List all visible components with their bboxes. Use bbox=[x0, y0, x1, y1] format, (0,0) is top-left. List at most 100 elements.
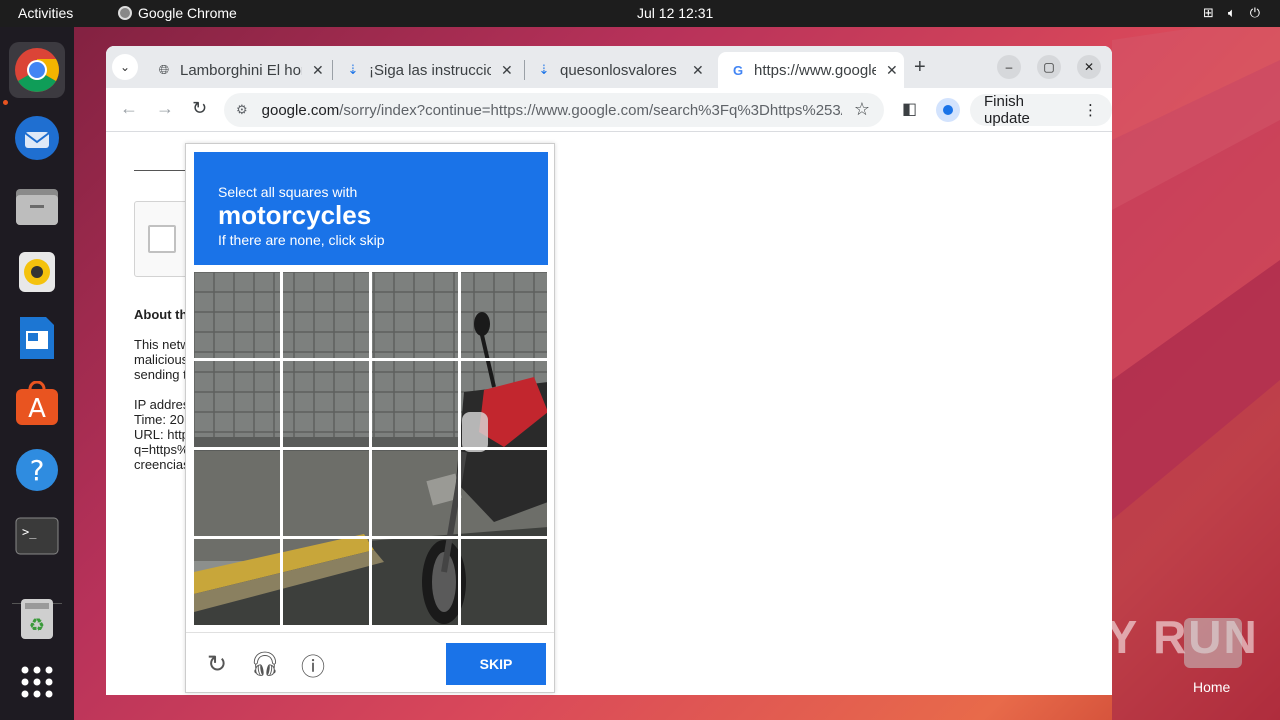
bookmark-star-icon[interactable]: ☆ bbox=[854, 99, 870, 120]
url-text[interactable]: google.com/sorry/index?continue=https://… bbox=[262, 102, 842, 119]
challenge-instruction: Select all squares with bbox=[218, 184, 358, 200]
minimize-icon: – bbox=[1005, 60, 1013, 74]
back-button[interactable]: ← bbox=[120, 98, 138, 119]
show-apps-icon[interactable] bbox=[9, 654, 65, 710]
page-text-line: URL: http bbox=[134, 427, 186, 442]
arrow-left-icon: ← bbox=[120, 98, 138, 118]
tab-quesonlosvalores[interactable]: ⇣ quesonlosvalores ✕ bbox=[524, 52, 718, 88]
tile-image bbox=[461, 450, 547, 536]
system-tray[interactable]: ⊞ 🔈︎ ⏻ bbox=[1203, 5, 1260, 21]
challenge-tile[interactable] bbox=[194, 361, 280, 447]
reload-button[interactable]: ↻ bbox=[192, 98, 207, 119]
recaptcha-challenge: Select all squares with motorcycles If t… bbox=[185, 143, 555, 693]
recaptcha-checkbox[interactable] bbox=[148, 225, 176, 253]
volume-icon: 🔈︎ bbox=[1227, 5, 1236, 20]
minimize-button[interactable]: – bbox=[997, 55, 1021, 79]
tile-image bbox=[283, 361, 369, 447]
tile-image bbox=[372, 272, 458, 358]
power-icon: ⏻ bbox=[1249, 5, 1260, 20]
challenge-tile[interactable] bbox=[372, 361, 458, 447]
challenge-tile[interactable] bbox=[283, 539, 369, 625]
clock[interactable]: Jul 12 12:31 bbox=[637, 5, 713, 21]
close-tab-icon[interactable]: ✕ bbox=[312, 62, 324, 79]
tile-image bbox=[283, 539, 369, 625]
challenge-tile[interactable] bbox=[461, 450, 547, 536]
challenge-tile[interactable] bbox=[372, 272, 458, 358]
page-text-line: q=https% bbox=[134, 442, 186, 457]
side-panel-icon[interactable]: ◧ bbox=[902, 99, 917, 119]
challenge-tile[interactable] bbox=[283, 361, 369, 447]
challenge-tile[interactable] bbox=[461, 539, 547, 625]
google-g-icon: G bbox=[732, 62, 744, 78]
page-text-line: IP addres bbox=[134, 397, 186, 412]
tile-image bbox=[461, 272, 547, 358]
finish-update-button[interactable]: Finish update ⋮ bbox=[970, 93, 1112, 127]
thunderbird-icon[interactable] bbox=[9, 110, 65, 166]
challenge-tile[interactable] bbox=[461, 272, 547, 358]
audio-challenge-icon[interactable]: 🎧︎ bbox=[250, 651, 280, 678]
svg-text:A: A bbox=[28, 394, 46, 424]
about-heading: About th bbox=[134, 307, 188, 322]
close-tab-icon[interactable]: ✕ bbox=[692, 62, 704, 79]
finish-update-label: Finish update bbox=[984, 93, 1030, 127]
challenge-tile[interactable] bbox=[283, 272, 369, 358]
maximize-icon: ▢ bbox=[1043, 60, 1055, 74]
challenge-tile[interactable] bbox=[194, 539, 280, 625]
tab-title: ¡Siga las instrucciones bbox=[369, 61, 491, 79]
challenge-tile[interactable] bbox=[194, 450, 280, 536]
challenge-tile[interactable] bbox=[283, 450, 369, 536]
tile-image bbox=[283, 450, 369, 536]
rhythmbox-icon[interactable] bbox=[9, 244, 65, 300]
challenge-tile[interactable] bbox=[194, 272, 280, 358]
tab-google-active[interactable]: G https://www.google.com ✕ bbox=[718, 52, 904, 88]
help-icon[interactable]: ? bbox=[9, 442, 65, 498]
new-tab-button[interactable]: + bbox=[914, 56, 926, 79]
trash-icon[interactable]: ♻ bbox=[9, 590, 65, 646]
chrome-icon[interactable] bbox=[9, 42, 65, 98]
tab-title: Lamborghini El hombre bbox=[180, 61, 302, 79]
url-host: google.com bbox=[261, 101, 340, 119]
app-name: Google Chrome bbox=[138, 5, 237, 21]
tab-search-button[interactable]: ⌄ bbox=[112, 54, 138, 80]
close-tab-icon[interactable]: ✕ bbox=[501, 62, 513, 79]
challenge-header: Select all squares with motorcycles If t… bbox=[194, 152, 548, 265]
address-bar[interactable]: ⚙ google.com/sorry/index?continue=https:… bbox=[224, 93, 884, 127]
svg-text:?: ? bbox=[30, 454, 45, 487]
app-center-icon[interactable]: A bbox=[9, 376, 65, 432]
close-tab-icon[interactable]: ✕ bbox=[886, 62, 898, 79]
skip-button[interactable]: SKIP bbox=[446, 643, 546, 685]
page-text-line: sending t bbox=[134, 367, 186, 382]
tab-lamborghini[interactable]: 🌐︎ Lamborghini El hombre ✕ bbox=[144, 52, 330, 88]
arrow-right-icon: → bbox=[156, 98, 174, 118]
tile-image bbox=[194, 361, 280, 447]
url-path: /sorry/index?continue=https://www.google… bbox=[339, 101, 842, 119]
page-text-line: creencias bbox=[134, 457, 186, 472]
home-folder-icon[interactable] bbox=[1184, 618, 1242, 668]
tile-image bbox=[194, 450, 280, 536]
challenge-tile[interactable] bbox=[461, 361, 547, 447]
maximize-button[interactable]: ▢ bbox=[1037, 55, 1061, 79]
page-text-line: This netw bbox=[134, 337, 186, 352]
challenge-tile[interactable] bbox=[372, 450, 458, 536]
activities-button[interactable]: Activities bbox=[18, 5, 73, 21]
tile-image bbox=[372, 361, 458, 447]
tile-image bbox=[372, 539, 458, 625]
site-info-icon[interactable]: ⚙ bbox=[236, 102, 248, 118]
challenge-image-grid bbox=[194, 272, 548, 626]
toolbar: ← → ↻ ⚙ google.com/sorry/index?continue=… bbox=[106, 88, 1112, 132]
info-icon[interactable]: ⓘ bbox=[300, 651, 326, 681]
files-icon[interactable] bbox=[9, 178, 65, 234]
close-window-button[interactable]: ✕ bbox=[1077, 55, 1101, 79]
terminal-icon[interactable]: >_ bbox=[9, 508, 65, 564]
reload-challenge-icon[interactable]: ↻ bbox=[204, 651, 230, 678]
profile-avatar[interactable] bbox=[936, 98, 960, 122]
tile-image bbox=[194, 539, 280, 625]
forward-button[interactable]: → bbox=[156, 98, 174, 119]
challenge-tile[interactable] bbox=[372, 539, 458, 625]
app-menu[interactable]: Google Chrome bbox=[118, 5, 237, 21]
person-icon bbox=[943, 105, 953, 115]
page-text-line: malicious bbox=[134, 352, 186, 367]
tab-siga[interactable]: ⇣ ¡Siga las instrucciones ✕ bbox=[333, 52, 523, 88]
writer-icon[interactable] bbox=[9, 310, 65, 366]
challenge-hint: If there are none, click skip bbox=[218, 232, 385, 248]
